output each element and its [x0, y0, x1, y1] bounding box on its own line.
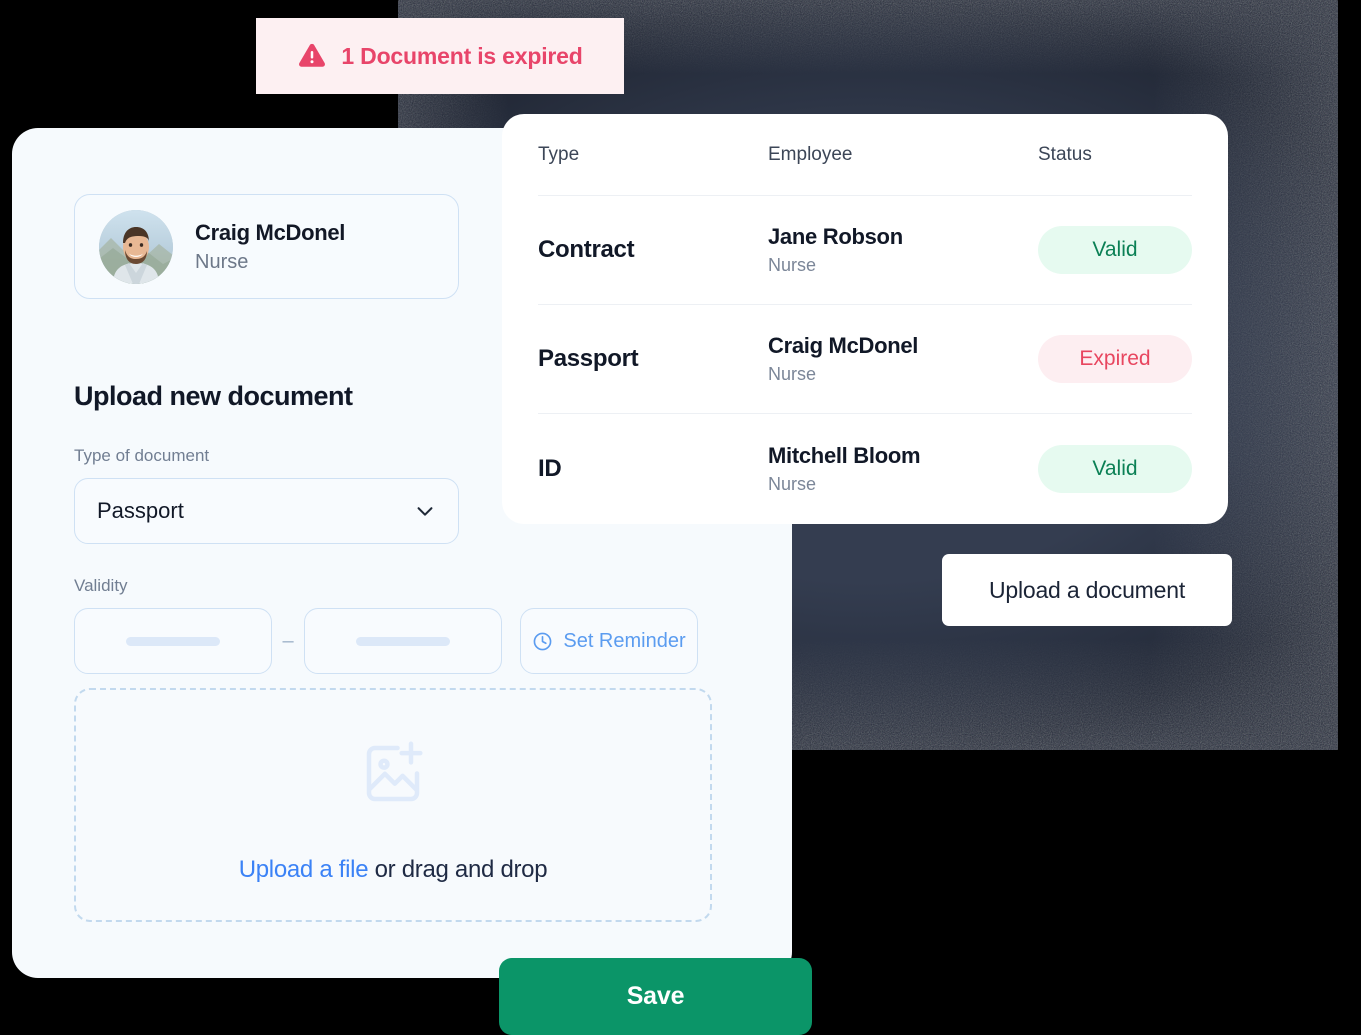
- upload-a-document-button[interactable]: Upload a document: [942, 554, 1232, 626]
- employee-profile-card[interactable]: Craig McDonel Nurse: [74, 194, 459, 299]
- column-header-employee: Employee: [768, 143, 853, 165]
- validity-end-input[interactable]: [304, 608, 502, 674]
- employee-name: Jane Robson: [768, 224, 903, 249]
- cell-employee: Jane Robson Nurse: [768, 224, 1038, 276]
- employee-role: Nurse: [768, 473, 817, 494]
- table-row[interactable]: Contract Jane Robson Nurse Valid: [538, 196, 1192, 305]
- cell-status: Valid: [1038, 226, 1192, 274]
- document-type-field: Type of document Passport: [74, 446, 459, 544]
- cell-employee: Mitchell Bloom Nurse: [768, 443, 1038, 495]
- upload-a-file-link[interactable]: Upload a file: [239, 856, 369, 883]
- table-header-row: Type Employee Status: [538, 114, 1192, 196]
- avatar: [99, 209, 173, 284]
- profile-role: Nurse: [195, 250, 249, 273]
- column-header-type: Type: [538, 143, 580, 165]
- dropzone-hint: or drag and drop: [368, 856, 548, 883]
- cell-status: Expired: [1038, 335, 1192, 383]
- page-title: Upload new document: [74, 381, 353, 411]
- employee-role: Nurse: [768, 364, 817, 384]
- validity-separator: –: [282, 629, 294, 652]
- cell-document-type: ID: [538, 454, 562, 482]
- alert-message: 1 Document is expired: [341, 42, 583, 69]
- table-row[interactable]: ID Mitchell Bloom Nurse Valid: [538, 414, 1192, 523]
- file-dropzone[interactable]: Upload a file or drag and drop: [74, 688, 712, 922]
- image-plus-icon: [366, 741, 423, 802]
- dropzone-text: Upload a file or drag and drop: [239, 856, 548, 884]
- warning-triangle-icon: [299, 43, 326, 67]
- employee-role: Nurse: [768, 255, 817, 275]
- validity-field: Validity – Set Reminder: [74, 576, 698, 674]
- validity-end-placeholder: [356, 636, 450, 646]
- profile-text: Craig McDonel Nurse: [195, 220, 345, 274]
- cell-employee: Craig McDonel Nurse: [768, 333, 1038, 385]
- chevron-down-icon: [417, 507, 433, 516]
- table-row[interactable]: Passport Craig McDonel Nurse Expired: [538, 305, 1192, 414]
- set-reminder-label: Set Reminder: [563, 629, 686, 652]
- document-type-value: Passport: [97, 498, 184, 523]
- status-badge: Expired: [1038, 335, 1192, 383]
- cell-document-type: Contract: [538, 236, 635, 263]
- document-type-select[interactable]: Passport: [74, 478, 459, 544]
- cell-status: Valid: [1038, 444, 1192, 493]
- validity-start-placeholder: [126, 636, 220, 646]
- documents-table-card: Type Employee Status Contract Jane Robso…: [502, 114, 1228, 524]
- validity-start-input[interactable]: [74, 608, 272, 674]
- expired-document-alert: 1 Document is expired: [256, 18, 624, 94]
- validity-label: Validity: [74, 576, 128, 595]
- document-type-label: Type of document: [74, 446, 210, 465]
- column-header-status: Status: [1038, 143, 1092, 165]
- set-reminder-button[interactable]: Set Reminder: [520, 608, 698, 674]
- clock-icon: [533, 632, 552, 650]
- cell-document-type: Passport: [538, 345, 639, 372]
- status-badge: Valid: [1038, 444, 1192, 493]
- profile-name: Craig McDonel: [195, 219, 346, 245]
- validity-row: – Set Reminder: [74, 608, 698, 674]
- save-button[interactable]: Save: [499, 958, 812, 1035]
- employee-name: Mitchell Bloom: [768, 442, 921, 468]
- status-badge: Valid: [1038, 226, 1192, 274]
- employee-name: Craig McDonel: [768, 333, 919, 358]
